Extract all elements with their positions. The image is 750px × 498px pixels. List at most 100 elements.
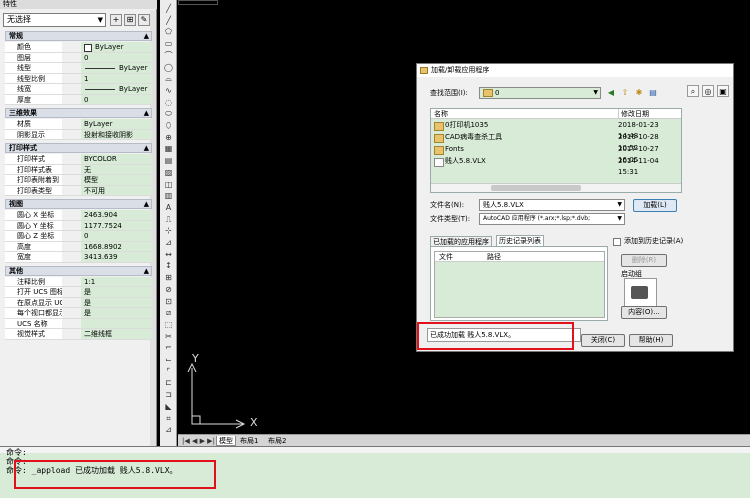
chamfer-icon[interactable]: ⊏ [163, 378, 174, 388]
views-menu-icon[interactable]: ▤ [647, 87, 659, 99]
explode-icon[interactable]: ◣ [163, 402, 174, 412]
property-row[interactable]: 线型 ByLayer [5, 63, 152, 74]
polygon-icon[interactable]: ⬠ [163, 27, 174, 37]
array-icon[interactable]: ⊞ [163, 273, 174, 283]
collapse-icon[interactable]: ▲ [144, 32, 149, 40]
palette-section-header[interactable]: 三维效果 ▲ [5, 108, 152, 118]
collapse-icon[interactable]: ▲ [144, 200, 149, 208]
property-value[interactable]: ByLayer [81, 84, 152, 94]
file-row[interactable]: Fonts 2017-10-27 16:05 [431, 144, 681, 164]
property-value[interactable]: 0 [81, 94, 152, 104]
gradient-icon[interactable]: ◫ [163, 180, 174, 190]
property-value[interactable]: 0 [81, 231, 152, 241]
property-row[interactable]: 厚度 0 [5, 94, 152, 105]
hatch-icon[interactable]: ▨ [163, 168, 174, 178]
filename-input[interactable]: 贱人5.8.VLX ▼ [479, 199, 625, 211]
property-row[interactable]: 阴影显示 投射和接收阴影 [5, 129, 152, 140]
collapse-icon[interactable]: ▲ [144, 109, 149, 117]
property-row[interactable]: 颜色 ByLayer [5, 42, 152, 53]
load-button[interactable]: 加载(L) [633, 199, 677, 212]
stretch-icon[interactable]: ↕ [163, 261, 174, 271]
property-value[interactable]: BYCOLOR [81, 154, 152, 164]
property-value[interactable]: ByLayer [81, 119, 152, 129]
palette-section-header[interactable]: 其他 ▲ [5, 265, 152, 276]
property-value[interactable]: 投射和接收阴影 [81, 129, 152, 139]
file-row[interactable]: CAD病毒查杀工具 2016-10-28 10:52 [431, 132, 681, 152]
selection-dropdown[interactable]: 无选择 ▼ [3, 13, 106, 27]
circle-icon[interactable]: ◯ [163, 63, 174, 73]
palette-section-header[interactable]: 打印样式 ▲ [5, 143, 152, 153]
tab-nav-arrows[interactable]: |◀ ◀ ▶ ▶| [180, 436, 217, 446]
history-list[interactable]: 文件 路径 [434, 251, 605, 318]
property-value[interactable]: ByLayer [81, 63, 152, 73]
property-value[interactable]: 是 [81, 308, 152, 318]
text-icon[interactable]: ⎍ [163, 215, 174, 225]
property-row[interactable]: 图层 0 [5, 52, 152, 63]
property-value[interactable]: 0 [81, 52, 152, 62]
property-row[interactable]: 打印样式表 无 [5, 164, 152, 175]
mirror-icon[interactable]: ⧄ [163, 308, 174, 318]
property-row[interactable]: 视觉样式 二维线框 [5, 329, 152, 340]
revcloud-icon[interactable]: ⌓ [163, 74, 174, 84]
filetype-dropdown[interactable]: AutoCAD 应用程序 (*.arx;*.lsp;*.dvb; ▼ [479, 213, 625, 225]
property-value[interactable] [81, 318, 152, 328]
contents-button[interactable]: 内容(O)... [621, 306, 667, 319]
property-value[interactable]: ByLayer [81, 42, 152, 52]
move-icon[interactable]: ↔ [163, 250, 174, 260]
lookin-dropdown[interactable]: 0 ▼ [479, 87, 601, 99]
property-value[interactable]: 不可用 [81, 185, 152, 195]
property-row[interactable]: UCS 名称 [5, 318, 152, 329]
close-button[interactable]: 关闭(C) [581, 334, 625, 347]
arc-icon[interactable]: ⌒ [163, 51, 174, 61]
property-row[interactable]: 材质 ByLayer [5, 119, 152, 130]
snap-icon[interactable]: ⊿ [163, 238, 174, 248]
property-row[interactable]: 线宽 ByLayer [5, 84, 152, 95]
up-folder-icon[interactable]: ⇧ [619, 87, 631, 99]
property-value[interactable]: 2463.904 [81, 210, 152, 220]
measure-icon[interactable]: ⊿ [163, 425, 174, 435]
spline-icon[interactable]: ∿ [163, 86, 174, 96]
property-row[interactable]: 圆心 Y 坐标 1177.7524 [5, 220, 152, 231]
property-row[interactable]: 圆心 X 坐标 2463.904 [5, 210, 152, 221]
extend-icon[interactable]: ⌐ [163, 343, 174, 353]
property-value[interactable]: 模型 [81, 175, 152, 185]
ellipse-icon[interactable]: ◌ [163, 98, 174, 108]
col-name[interactable]: 名称 [434, 109, 448, 119]
quick-select-button[interactable]: ✎ [138, 14, 150, 26]
property-row[interactable]: 每个视口都显示 ... 是 [5, 308, 152, 319]
property-value[interactable]: 二维线框 [81, 329, 152, 339]
back-icon[interactable]: ◀ [605, 87, 617, 99]
file-row[interactable]: 0打印机1035 2018-01-23 14:48 [431, 120, 681, 140]
file-tab[interactable] [178, 0, 218, 5]
ellipse-arc-icon[interactable]: ⬭ [163, 109, 174, 119]
property-row[interactable]: 打印表附着到 模型 [5, 175, 152, 186]
collapse-icon[interactable]: ▲ [144, 267, 149, 275]
property-value[interactable]: 无 [81, 164, 152, 174]
palette-section-header[interactable]: 常规 ▲ [5, 31, 152, 41]
property-row[interactable]: 高度 1668.8902 [5, 241, 152, 252]
property-value[interactable]: 3413.639 [81, 252, 152, 262]
insert-block-icon[interactable]: ⊕ [163, 133, 174, 143]
offset-icon[interactable]: ⬚ [163, 320, 174, 330]
web-icon[interactable]: ▣ [717, 85, 729, 97]
collapse-icon[interactable]: ▲ [144, 144, 149, 152]
erase-icon[interactable]: ⊘ [163, 285, 174, 295]
help-button[interactable]: 帮助(H) [629, 334, 673, 347]
trim-icon[interactable]: ✂ [163, 332, 174, 342]
select-objects-button[interactable]: ⊞ [124, 14, 136, 26]
property-row[interactable]: 打开 UCS 图标 是 [5, 287, 152, 298]
construction-line-icon[interactable]: ╱ [163, 16, 174, 26]
property-value[interactable]: 是 [81, 287, 152, 297]
property-value[interactable]: 是 [81, 297, 152, 307]
fillet-icon[interactable]: ⊐ [163, 390, 174, 400]
tab-layout2[interactable]: 布局2 [266, 436, 288, 446]
region-icon[interactable]: ▥ [163, 191, 174, 201]
rectangle-icon[interactable]: ▭ [163, 39, 174, 49]
tab-model[interactable]: 模型 [216, 436, 236, 446]
remove-button[interactable]: 删除(R) [621, 254, 667, 267]
add-history-checkbox[interactable] [613, 238, 621, 246]
line-icon[interactable]: ╱ [163, 4, 174, 14]
file-list-hscrollbar[interactable] [431, 183, 681, 192]
join-icon[interactable]: ⌜ [163, 367, 174, 377]
table-icon[interactable]: A [163, 203, 174, 213]
